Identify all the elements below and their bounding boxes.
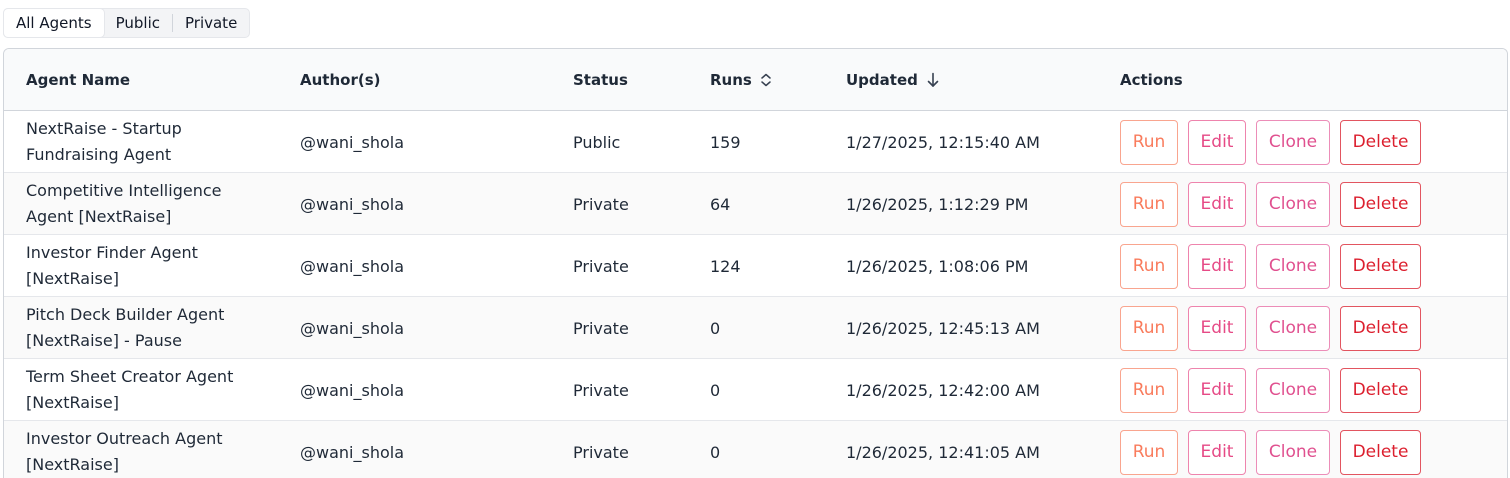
agent-updated: 1/27/2025, 12:15:40 AM [846,132,1040,152]
agent-runs: 0 [710,442,721,462]
row-actions: Run Edit Clone Delete [1120,173,1421,235]
table-body: NextRaise - Startup Fundraising Agent @w… [4,111,1507,478]
agent-name: Investor Outreach Agent [NextRaise] [26,429,223,474]
edit-button[interactable]: Edit [1188,243,1246,289]
column-header-updated[interactable]: Updated [846,49,940,110]
agent-author: @wani_shola [300,194,404,214]
delete-button[interactable]: Delete [1340,429,1421,475]
agent-name: Investor Finder Agent [NextRaise] [26,243,198,288]
delete-button[interactable]: Delete [1340,243,1421,289]
delete-button[interactable]: Delete [1340,305,1421,351]
edit-button[interactable]: Edit [1188,429,1246,475]
clone-button[interactable]: Clone [1256,119,1330,165]
row-actions: Run Edit Clone Delete [1120,297,1421,359]
table-header: Agent Name Author(s) Status Runs Updated… [4,49,1507,111]
agent-author: @wani_shola [300,132,404,152]
agent-status: Private [573,442,629,462]
agent-runs: 124 [710,256,741,276]
agent-updated: 1/26/2025, 1:12:29 PM [846,194,1029,214]
edit-button[interactable]: Edit [1188,367,1246,413]
agent-status: Public [573,132,621,152]
clone-button[interactable]: Clone [1256,181,1330,227]
edit-button[interactable]: Edit [1188,119,1246,165]
tab-all-agents[interactable]: All Agents [4,9,104,37]
delete-button[interactable]: Delete [1340,367,1421,413]
agent-name: Competitive Intelligence Agent [NextRais… [26,181,222,226]
agent-updated: 1/26/2025, 12:42:00 AM [846,380,1040,400]
delete-button[interactable]: Delete [1340,119,1421,165]
delete-button[interactable]: Delete [1340,181,1421,227]
agent-updated: 1/26/2025, 12:45:13 AM [846,318,1040,338]
tab-private[interactable]: Private [173,9,249,37]
agent-status: Private [573,318,629,338]
edit-button[interactable]: Edit [1188,181,1246,227]
agent-author: @wani_shola [300,380,404,400]
table-row: NextRaise - Startup Fundraising Agent @w… [4,111,1507,173]
row-actions: Run Edit Clone Delete [1120,359,1421,421]
column-header-agent-name: Agent Name [26,70,131,89]
column-header-runs[interactable]: Runs [710,49,772,110]
row-actions: Run Edit Clone Delete [1120,421,1421,478]
agent-runs: 0 [710,318,721,338]
column-header-actions: Actions [1120,70,1183,89]
clone-button[interactable]: Clone [1256,305,1330,351]
agent-name: NextRaise - Startup Fundraising Agent [26,119,182,164]
agent-status: Private [573,380,629,400]
tab-public[interactable]: Public [104,9,172,37]
agent-runs: 159 [710,132,741,152]
column-header-status: Status [573,70,628,89]
agents-table: Agent Name Author(s) Status Runs Updated… [3,48,1508,478]
run-button[interactable]: Run [1120,429,1178,475]
agent-name: Term Sheet Creator Agent [NextRaise] [26,367,234,412]
clone-button[interactable]: Clone [1256,243,1330,289]
agent-updated: 1/26/2025, 1:08:06 PM [846,256,1029,276]
table-row: Competitive Intelligence Agent [NextRais… [4,173,1507,235]
table-row: Investor Outreach Agent [NextRaise] @wan… [4,421,1507,478]
agent-updated: 1/26/2025, 12:41:05 AM [846,442,1040,462]
table-row: Term Sheet Creator Agent [NextRaise] @wa… [4,359,1507,421]
agent-runs: 0 [710,380,721,400]
edit-button[interactable]: Edit [1188,305,1246,351]
run-button[interactable]: Run [1120,119,1178,165]
column-header-authors: Author(s) [300,70,381,89]
table-row: Investor Finder Agent [NextRaise] @wani_… [4,235,1507,297]
run-button[interactable]: Run [1120,243,1178,289]
clone-button[interactable]: Clone [1256,429,1330,475]
agent-name: Pitch Deck Builder Agent [NextRaise] - P… [26,305,225,350]
agent-filter-tabs: All Agents Public Private [3,8,251,38]
agent-author: @wani_shola [300,442,404,462]
agent-status: Private [573,256,629,276]
run-button[interactable]: Run [1120,305,1178,351]
arrow-down-icon[interactable] [926,72,940,88]
table-row: Pitch Deck Builder Agent [NextRaise] - P… [4,297,1507,359]
agent-author: @wani_shola [300,256,404,276]
row-actions: Run Edit Clone Delete [1120,111,1421,173]
row-actions: Run Edit Clone Delete [1120,235,1421,297]
agent-status: Private [573,194,629,214]
run-button[interactable]: Run [1120,367,1178,413]
sortable-icon[interactable] [760,73,772,87]
agent-runs: 64 [710,194,731,214]
agent-author: @wani_shola [300,318,404,338]
run-button[interactable]: Run [1120,181,1178,227]
clone-button[interactable]: Clone [1256,367,1330,413]
